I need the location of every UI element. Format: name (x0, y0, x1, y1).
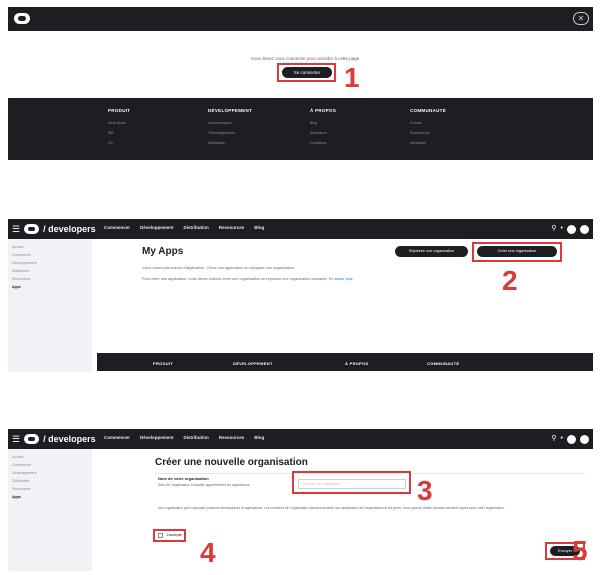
bell-icon[interactable]: • (561, 433, 563, 445)
sidebar-item[interactable]: Ressources (8, 487, 92, 495)
footer-heading: COMMUNAUTÉ (427, 361, 460, 366)
annotation-box-create-org (472, 242, 562, 262)
sidebar: Accueil Commencer Développement Distribu… (8, 239, 92, 372)
footer-column: DÉVELOPPEMENT Documentation Téléchargeme… (208, 108, 252, 151)
footer-link[interactable]: Meta Quest (108, 121, 130, 125)
sidebar-item[interactable]: Accueil (8, 245, 92, 253)
annotation-box-login (277, 63, 336, 82)
footer-column: À PROPOS Blog Assistance Conditions (310, 108, 336, 151)
developer-header: ☰ / developers Commencer Développement D… (8, 219, 593, 239)
menu-icon[interactable]: ☰ (12, 223, 20, 235)
footer-heading: PRODUIT (153, 361, 174, 366)
sidebar-item[interactable]: Développement (8, 261, 92, 269)
main-nav: Commencer Développement Distribution Res… (104, 225, 264, 230)
close-icon[interactable]: ✕ (573, 12, 589, 25)
footer-link[interactable]: Rift (108, 131, 130, 135)
sidebar-item[interactable]: Accueil (8, 455, 92, 463)
sidebar-item[interactable]: Distribution (8, 269, 92, 277)
footer-link[interactable]: Téléchargements (208, 131, 252, 135)
footer-heading: À PROPOS (310, 108, 337, 113)
bell-icon[interactable]: • (561, 223, 563, 235)
nav-item[interactable]: Ressources (219, 225, 245, 230)
annotation-box-checkbox (153, 529, 186, 542)
sidebar-item[interactable]: Commencer (8, 253, 92, 261)
header-brand: ☰ / developers (12, 223, 96, 235)
join-organization-button[interactable]: Rejoindre une organisation (395, 246, 468, 257)
menu-icon[interactable]: ☰ (12, 433, 20, 445)
meta-logo-icon[interactable] (24, 434, 40, 444)
search-icon[interactable]: ⚲ (551, 223, 556, 235)
step-number-3: 3 (417, 475, 433, 506)
footer-heading: COMMUNAUTÉ (410, 108, 446, 113)
header-actions: ⚲ • (551, 223, 589, 235)
footer-link[interactable]: Forums (410, 121, 446, 125)
sidebar-item-apps[interactable]: Apps (8, 285, 92, 293)
page-title: My Apps (142, 246, 184, 257)
intro-text: Vous n'avez pas encore d'application. Cr… (142, 266, 296, 270)
brand-label: / developers (43, 224, 96, 234)
meta-logo-icon[interactable] (14, 13, 30, 24)
footer-link[interactable]: Distribution (208, 141, 252, 145)
step-number-1: 1 (344, 62, 360, 93)
org-name-label: Nom de votre organisation (158, 476, 209, 481)
top-bar: ✕ (8, 7, 593, 31)
sidebar-item[interactable]: Distribution (8, 479, 92, 487)
nav-item[interactable]: Commencer (104, 225, 130, 230)
annotation-box-name-input (292, 471, 411, 494)
step-number-2: 2 (502, 265, 518, 296)
footer-heading: À PROPOS (345, 361, 369, 366)
brand-name: developers (48, 434, 96, 444)
brand-name: developers (48, 224, 96, 234)
footer-link[interactable]: Newsletter (410, 141, 446, 145)
sidebar-item[interactable]: Ressources (8, 277, 92, 285)
settings-icon[interactable] (567, 434, 576, 444)
search-icon[interactable]: ⚲ (551, 433, 556, 445)
footer-link[interactable]: Blog (310, 121, 336, 125)
footer-link[interactable]: Documentation (208, 121, 252, 125)
site-footer: PRODUIT DÉVELOPPEMENT À PROPOS COMMUNAUT… (97, 353, 593, 371)
login-required-message: Vous devez vous connecter pour accéder à… (250, 56, 360, 61)
header-brand: ☰ / developers (12, 433, 96, 445)
brand-label: / developers (43, 434, 96, 444)
nav-item[interactable]: Ressources (219, 435, 245, 440)
step-number-5: 5 (572, 535, 588, 566)
header-actions: ⚲ • (551, 433, 589, 445)
sidebar-item[interactable]: Commencer (8, 463, 92, 471)
learn-more-link[interactable]: En savoir plus (329, 277, 353, 281)
avatar[interactable] (580, 434, 589, 444)
footer-link[interactable]: Assistance (310, 131, 336, 135)
nav-item[interactable]: Distribution (184, 435, 209, 440)
help-text-body: Pour créer une application, vous devez d… (142, 277, 328, 281)
footer-link[interactable]: Conditions (310, 141, 336, 145)
page-title: Créer une nouvelle organisation (155, 457, 308, 468)
meta-logo-icon[interactable] (24, 224, 40, 234)
settings-icon[interactable] (567, 224, 576, 234)
sidebar-item-apps[interactable]: Apps (8, 495, 92, 503)
footer-link[interactable]: Go (108, 141, 130, 145)
main-nav: Commencer Développement Distribution Res… (104, 435, 264, 440)
nav-item[interactable]: Développement (140, 435, 174, 440)
sidebar: Accueil Commencer Développement Distribu… (8, 449, 92, 571)
footer-link[interactable]: Événements (410, 131, 446, 135)
footer-heading: DÉVELOPPEMENT (208, 108, 253, 113)
help-text: Pour créer une application, vous devez d… (142, 276, 392, 282)
nav-item[interactable]: Développement (140, 225, 174, 230)
step-number-4: 4 (200, 537, 216, 568)
avatar[interactable] (580, 224, 589, 234)
nav-item[interactable]: Commencer (104, 435, 130, 440)
nav-item[interactable]: Distribution (184, 225, 209, 230)
nav-item[interactable]: Blog (254, 435, 264, 440)
org-name-hint: Nom de l'organisation à laquelle apparti… (158, 483, 250, 487)
site-footer: PRODUIT Meta Quest Rift Go DÉVELOPPEMENT… (8, 98, 593, 160)
nav-item[interactable]: Blog (254, 225, 264, 230)
footer-column: PRODUIT Meta Quest Rift Go (108, 108, 130, 151)
developer-header: ☰ / developers Commencer Développement D… (8, 429, 593, 449)
org-description: Une organisation peut regrouper plusieur… (158, 506, 505, 510)
footer-heading: DÉVELOPPEMENT (233, 361, 273, 366)
sidebar-item[interactable]: Développement (8, 471, 92, 479)
footer-column: COMMUNAUTÉ Forums Événements Newsletter (410, 108, 446, 151)
footer-heading: PRODUIT (108, 108, 131, 113)
